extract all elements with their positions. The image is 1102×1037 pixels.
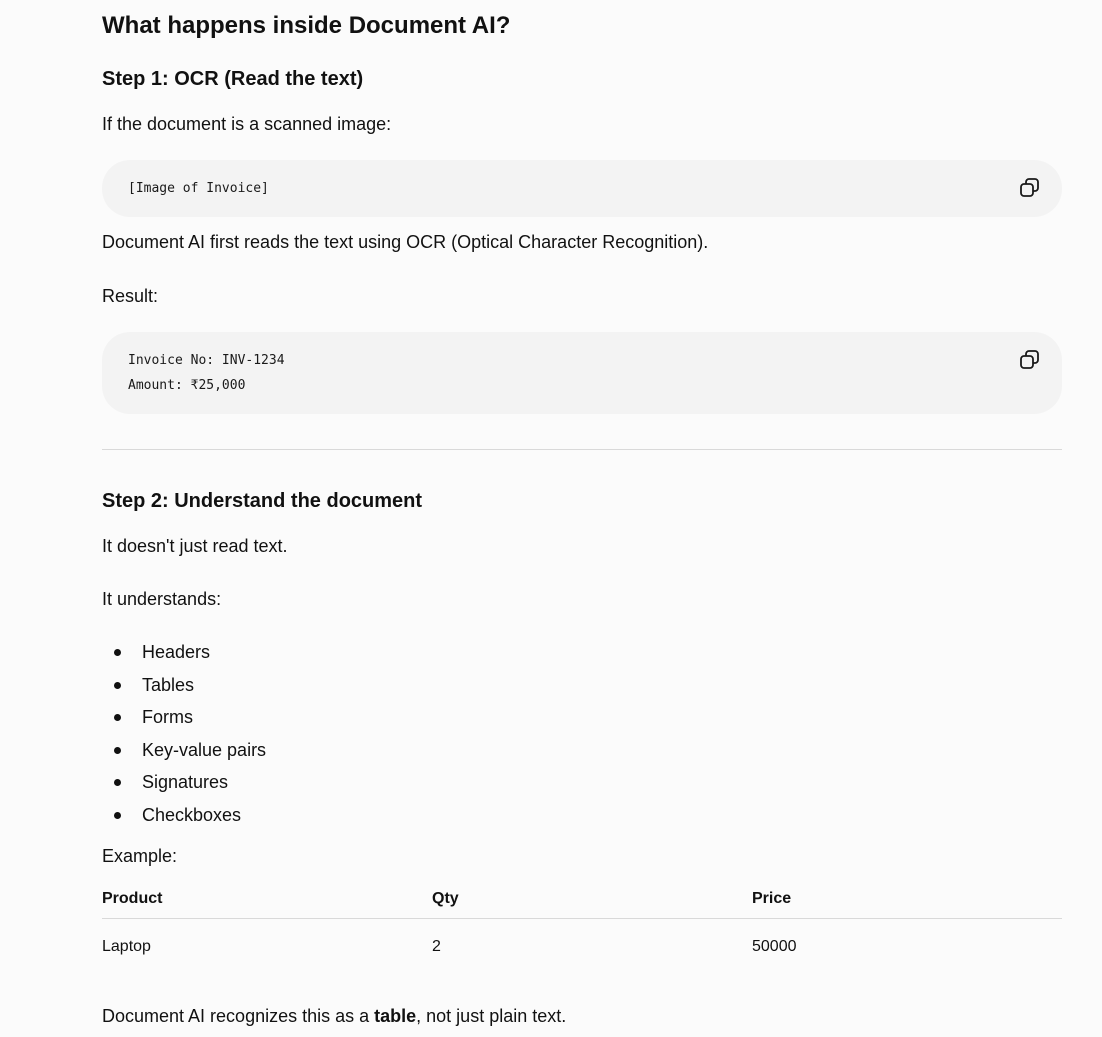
list-item-text: Headers — [142, 642, 211, 662]
step2-line1: It doesn't just read text. — [102, 536, 288, 556]
bullet-icon — [114, 746, 121, 754]
section-heading: What happens inside Document AI? — [102, 12, 511, 39]
final-sentence: Document AI recognizes this as a table, … — [102, 1006, 566, 1027]
list-item: Tables — [102, 669, 266, 702]
bullet-icon — [114, 649, 121, 656]
code-line: Invoice No: INV-1234 — [128, 353, 285, 368]
step1-after: Document AI first reads the text using O… — [102, 232, 709, 252]
section-divider — [102, 449, 1062, 450]
bullet-icon — [114, 811, 121, 819]
result-label: Result: — [102, 286, 159, 306]
step2-line2: It understands: — [102, 589, 222, 609]
bullet-icon — [114, 681, 121, 689]
column-header: Product — [102, 880, 432, 919]
table-cell: 2 — [432, 938, 441, 955]
understands-list: Headers Tables Forms Key-value pairs Sig… — [102, 636, 266, 832]
table-cell: Laptop — [102, 938, 151, 955]
list-item: Key-value pairs — [102, 734, 266, 767]
list-item-text: Key-value pairs — [142, 739, 267, 760]
code-text: [Image of Invoice] — [128, 181, 269, 196]
column-header: Qty — [432, 880, 752, 919]
code-block-result: Invoice No: INV-1234 Amount: ₹25,000 — [102, 332, 1062, 414]
copy-code-button[interactable] — [1018, 176, 1042, 200]
step2-title: Step 2: Understand the document — [102, 490, 423, 512]
table-cell: 50000 — [752, 938, 797, 955]
list-item: Headers — [102, 636, 266, 669]
list-item: Checkboxes — [102, 799, 266, 832]
list-item: Signatures — [102, 766, 266, 799]
code-line: Amount: ₹25,000 — [128, 378, 246, 393]
copy-code-button[interactable] — [1018, 348, 1042, 372]
bullet-icon — [114, 714, 121, 722]
final-text-end: , not just plain text. — [416, 1006, 567, 1026]
code-text: Invoice No: INV-1234 Amount: ₹25,000 — [128, 348, 285, 398]
list-item: Forms — [102, 701, 266, 734]
list-item-text: Signatures — [142, 772, 229, 793]
example-table: Product Qty Price Laptop 2 50000 — [102, 880, 1062, 975]
list-item-text: Tables — [142, 674, 195, 695]
column-header: Price — [752, 880, 1062, 919]
final-bold-text: table — [374, 1006, 417, 1026]
example-label: Example: — [102, 846, 178, 866]
copy-icon — [1020, 178, 1039, 197]
list-item-text: Forms — [142, 707, 193, 728]
step1-intro: If the document is a scanned image: — [102, 114, 392, 134]
copy-icon — [1020, 350, 1039, 369]
bullet-icon — [114, 779, 121, 787]
list-item-text: Checkboxes — [142, 804, 242, 825]
code-block-image: [Image of Invoice] — [102, 160, 1062, 217]
table-header-row: Product Qty Price — [102, 880, 1062, 919]
step1-title: Step 1: OCR (Read the text) — [102, 68, 364, 90]
final-text: Document AI recognizes this as a — [102, 1006, 375, 1026]
table-row: Laptop 2 50000 — [102, 919, 1062, 976]
